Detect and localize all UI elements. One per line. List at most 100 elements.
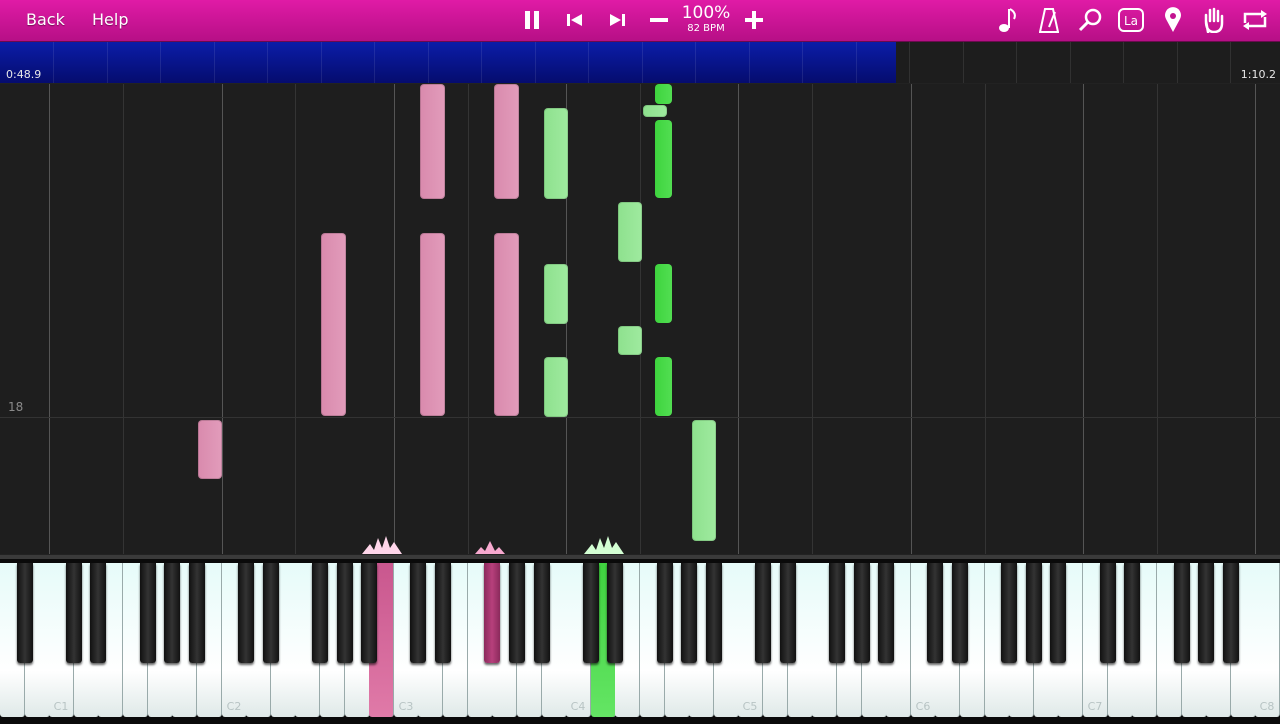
octave-label: C2	[226, 700, 242, 713]
timeline-tick	[267, 42, 268, 83]
roll-grid-line	[49, 84, 50, 554]
bpm-value: 82 BPM	[687, 23, 725, 34]
press-spark	[584, 536, 624, 554]
timeline-tick	[641, 42, 643, 83]
black-key[interactable]	[263, 563, 279, 663]
plus-icon[interactable]	[737, 4, 771, 36]
black-key[interactable]	[1001, 563, 1017, 663]
timeline-tick	[374, 42, 375, 83]
roll-grid-line	[468, 84, 469, 554]
black-key[interactable]	[583, 563, 599, 663]
white-key-C8[interactable]: C8	[1255, 563, 1280, 717]
note-right-hand	[692, 420, 716, 541]
music-note-icon[interactable]	[990, 4, 1024, 36]
black-key[interactable]	[312, 563, 328, 663]
timeline-tick	[855, 42, 857, 83]
timeline-tick	[1230, 42, 1231, 83]
note-left-hand	[494, 84, 519, 199]
black-key[interactable]	[17, 563, 33, 663]
black-key[interactable]	[878, 563, 894, 663]
black-key[interactable]	[829, 563, 845, 663]
roll-grid-line	[1255, 84, 1256, 554]
black-key[interactable]	[1026, 563, 1042, 663]
skip-forward-icon[interactable]	[600, 4, 634, 36]
black-key[interactable]	[657, 563, 673, 663]
note-left-hand	[420, 84, 445, 199]
black-key[interactable]	[164, 563, 180, 663]
la-label-icon[interactable]: La	[1114, 4, 1148, 36]
timeline-progress	[0, 42, 896, 83]
skip-back-icon[interactable]	[558, 4, 592, 36]
roll-grid-line	[1157, 84, 1158, 554]
black-key[interactable]	[780, 563, 796, 663]
black-key[interactable]	[681, 563, 697, 663]
black-key[interactable]	[410, 563, 426, 663]
current-time: 0:48.9	[6, 68, 42, 81]
black-key[interactable]	[509, 563, 525, 663]
black-key[interactable]	[755, 563, 771, 663]
octave-label: C7	[1087, 700, 1103, 713]
note-right-hand	[544, 108, 568, 199]
black-key[interactable]	[435, 563, 451, 663]
timeline-tick	[213, 42, 215, 83]
marker-pin-icon[interactable]	[1156, 4, 1190, 36]
black-key[interactable]	[1124, 563, 1140, 663]
note-right-hand-black	[655, 120, 672, 198]
measure-number: 18	[8, 400, 24, 414]
roll-grid-line	[640, 84, 641, 554]
note-right-hand-black	[655, 84, 672, 104]
timeline-tick	[1016, 42, 1017, 83]
black-key[interactable]	[90, 563, 106, 663]
help-button[interactable]: Help	[80, 4, 140, 36]
loop-icon[interactable]	[1238, 4, 1272, 36]
octave-label: C5	[742, 700, 758, 713]
minus-icon[interactable]	[642, 4, 676, 36]
total-time: 1:10.2	[1240, 68, 1276, 81]
black-key[interactable]	[1198, 563, 1214, 663]
note-left-hand	[494, 233, 519, 416]
black-key[interactable]	[854, 563, 870, 663]
piano-roll: 18	[0, 84, 1280, 554]
piano-keyboard[interactable]: C1 C2 C3 C4 C5 C6 C7 C8	[0, 555, 1280, 724]
octave-label: C1	[53, 700, 69, 713]
pause-icon[interactable]	[515, 4, 549, 36]
timeline-tick	[588, 42, 589, 83]
black-key[interactable]	[607, 563, 623, 663]
note-right-hand	[544, 264, 568, 324]
octave-label: C3	[398, 700, 414, 713]
roll-grid-line	[123, 84, 124, 554]
black-key[interactable]	[484, 563, 500, 663]
black-key[interactable]	[238, 563, 254, 663]
black-key[interactable]	[1050, 563, 1066, 663]
black-key[interactable]	[952, 563, 968, 663]
black-key[interactable]	[1100, 563, 1116, 663]
speed-percent: 100%	[681, 3, 731, 23]
black-key[interactable]	[706, 563, 722, 663]
toolbar: Back Help 100% 82 BPM La	[0, 0, 1280, 42]
note-right-hand	[618, 326, 642, 355]
back-button[interactable]: Back	[14, 4, 77, 36]
timeline-tick	[748, 42, 750, 83]
magnifier-icon[interactable]	[1073, 4, 1107, 36]
black-key[interactable]	[1174, 563, 1190, 663]
black-key[interactable]	[534, 563, 550, 663]
black-key[interactable]	[927, 563, 943, 663]
note-right-hand-black	[655, 357, 672, 416]
la-text: La	[1124, 14, 1138, 28]
timeline-tick	[695, 42, 696, 83]
black-key[interactable]	[189, 563, 205, 663]
black-key[interactable]	[1223, 563, 1239, 663]
black-key[interactable]	[140, 563, 156, 663]
timeline-tick	[106, 42, 108, 83]
black-key[interactable]	[361, 563, 377, 663]
note-left-hand	[321, 233, 346, 416]
metronome-icon[interactable]	[1032, 4, 1066, 36]
timeline-tick	[802, 42, 803, 83]
octave-label: C4	[570, 700, 586, 713]
timeline-scrubber[interactable]: 0:48.9 1:10.2	[0, 42, 1280, 83]
measure-line	[0, 417, 1280, 418]
black-key[interactable]	[66, 563, 82, 663]
black-key[interactable]	[337, 563, 353, 663]
hand-icon[interactable]	[1197, 4, 1231, 36]
timeline-tick	[427, 42, 429, 83]
